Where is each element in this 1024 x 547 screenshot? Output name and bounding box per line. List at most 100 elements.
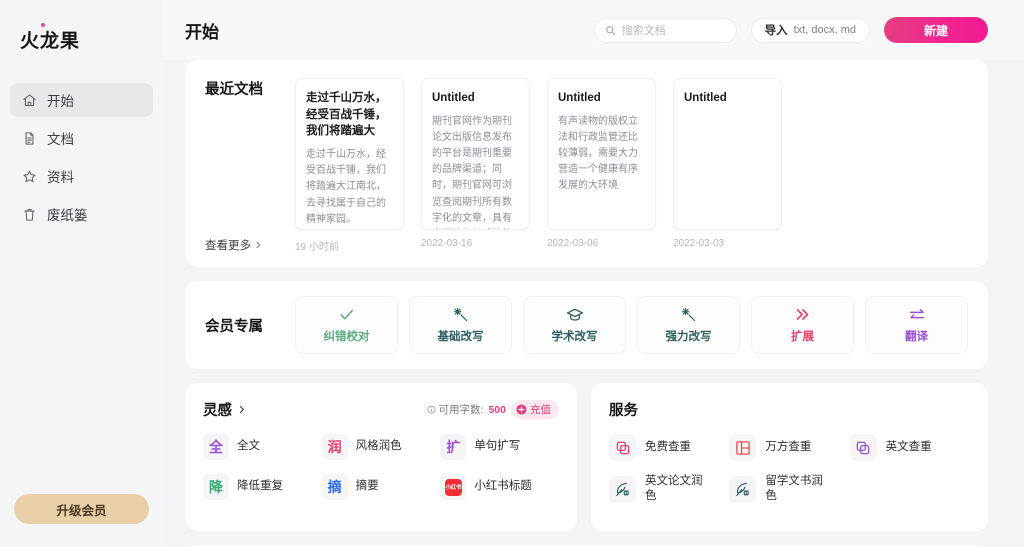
inspiration-item-label: 小红书标题: [474, 480, 532, 493]
xiaohongshu-chip-label: 小红书: [444, 478, 462, 496]
sidebar-item-materials[interactable]: 资料: [10, 159, 153, 193]
member-tool-list: 纠错校对 基础改写 学术改写 强力改写 扩展 翻译: [295, 296, 968, 354]
document-title: Untitled: [558, 92, 601, 104]
logo-text: 火龙果: [20, 31, 81, 52]
member-tool-basic-rewrite[interactable]: 基础改写: [409, 296, 512, 354]
document-title: 走过千山万水，经受百战千锤，我们将踏遍大: [306, 92, 387, 138]
member-tool-expand[interactable]: 扩展: [751, 296, 854, 354]
copy-layers-icon: [609, 434, 636, 461]
graduation-cap-icon: [566, 307, 584, 323]
sparkle-icon: [680, 307, 697, 323]
recharge-label: 充值: [530, 404, 551, 416]
member-tool-academic-rewrite[interactable]: 学术改写: [523, 296, 626, 354]
glyph-icon: 降: [203, 474, 229, 500]
member-tool-proofread[interactable]: 纠错校对: [295, 296, 398, 354]
document-card[interactable]: Untitled 有声读物的版权立法和行政监管还比较薄弱，需要大力营造一个健康有…: [547, 78, 656, 230]
service-card: 服务 免费查重 万方查重 英文查重 英文论文润色 留学文书润色: [591, 383, 988, 532]
exchange-arrows-icon: [908, 307, 926, 323]
upgrade-container: 升级会员: [0, 494, 163, 524]
sidebar-item-start[interactable]: 开始: [10, 83, 153, 117]
service-item-english-plagiarism-check[interactable]: 英文查重: [849, 434, 970, 461]
quota-value: 500: [488, 403, 506, 416]
inspiration-item-full-text[interactable]: 全 全文: [203, 434, 322, 460]
member-tool-power-rewrite[interactable]: 强力改写: [637, 296, 740, 354]
quota-label: 可用字数:: [438, 404, 484, 416]
quota-group: 可用字数: 500 充值: [427, 400, 559, 419]
main-area: 开始 搜索文档 导入 txt, docx, md 新建 最近文档 查看更多 走过…: [163, 0, 1024, 547]
service-item-english-paper-polish[interactable]: 英文论文润色: [609, 474, 729, 504]
recent-documents-card: 最近文档 查看更多 走过千山万水，经受百战千锤，我们将踏遍大 走过千山万水，经受…: [185, 60, 988, 267]
document-item: Untitled 有声读物的版权立法和行政监管还比较薄弱，需要大力营造一个健康有…: [547, 78, 656, 253]
document-preview: 走过千山万水，经受百战千锤，我们将踏遍大江南北，去寻找属于自己的精神家园。: [306, 149, 386, 225]
sidebar-nav: 开始 文档 资料 废纸篓: [0, 83, 163, 231]
recent-documents-header: 最近文档 查看更多: [205, 78, 295, 253]
service-item-label: 万方查重: [765, 440, 812, 453]
inspiration-title-group[interactable]: 灵感: [203, 399, 246, 420]
member-tool-label: 纠错校对: [323, 330, 370, 343]
upgrade-membership-button[interactable]: 升级会员: [14, 494, 149, 524]
new-document-button[interactable]: 新建: [884, 17, 988, 43]
document-item: Untitled 2022-03-03: [673, 78, 782, 253]
document-card[interactable]: 走过千山万水，经受百战千锤，我们将踏遍大 走过千山万水，经受百战千锤，我们将踏遍…: [295, 78, 404, 230]
inspiration-item-label: 摘要: [355, 480, 379, 493]
member-tool-label: 翻译: [905, 330, 928, 343]
recent-documents-title: 最近文档: [205, 82, 263, 98]
member-exclusive-header: 会员专属: [205, 315, 295, 336]
document-item: 走过千山万水，经受百战千锤，我们将踏遍大 走过千山万水，经受百战千锤，我们将踏遍…: [295, 78, 404, 253]
document-card[interactable]: Untitled 期刊官网作为期刊论文出版信息发布的平台是期刊重要的品牌渠道；同…: [421, 78, 530, 230]
search-placeholder: 搜索文档: [621, 25, 666, 37]
check-icon: [338, 307, 355, 323]
service-title: 服务: [609, 403, 638, 419]
inspiration-item-summary[interactable]: 摘 摘要: [321, 474, 441, 500]
chevron-right-icon: [256, 241, 261, 249]
see-more-link[interactable]: 查看更多: [205, 237, 295, 253]
inspiration-item-style-polish[interactable]: 润 风格润色: [321, 434, 441, 460]
sidebar-item-trash[interactable]: 废纸篓: [10, 197, 153, 231]
inspiration-card: 灵感 可用字数: 500 充值 全 全文 润 风格润色 扩 单句扩写 降 降低重…: [185, 383, 577, 532]
star-icon: [23, 170, 36, 182]
inspiration-item-xiaohongshu-title[interactable]: 小红书 小红书标题: [440, 474, 559, 500]
bottom-row: 灵感 可用字数: 500 充值 全 全文 润 风格润色 扩 单句扩写 降 降低重…: [185, 383, 988, 545]
inspiration-item-label: 风格润色: [355, 440, 402, 453]
member-tool-label: 学术改写: [551, 330, 598, 343]
document-item: Untitled 期刊官网作为期刊论文出版信息发布的平台是期刊重要的品牌渠道；同…: [421, 78, 530, 253]
document-title: Untitled: [684, 92, 727, 104]
service-list: 免费查重 万方查重 英文查重 英文论文润色 留学文书润色: [609, 434, 970, 517]
content-scroll: 最近文档 查看更多 走过千山万水，经受百战千锤，我们将踏遍大 走过千山万水，经受…: [163, 60, 1024, 547]
inspiration-item-label: 单句扩写: [474, 440, 521, 453]
sidebar: 火龙果 开始 文档 资料 废纸篓 升级会员: [0, 0, 163, 547]
inspiration-item-label: 全文: [237, 440, 260, 453]
copy-layers-icon: [849, 434, 877, 461]
service-item-label: 英文论文润色: [645, 475, 703, 503]
member-exclusive-title: 会员专属: [205, 318, 263, 335]
member-tool-label: 扩展: [791, 330, 814, 343]
home-icon: [23, 93, 36, 106]
service-item-wanfang-plagiarism-check[interactable]: 万方查重: [729, 434, 849, 461]
inspiration-item-sentence-expand[interactable]: 扩 单句扩写: [440, 434, 559, 460]
import-button[interactable]: 导入 txt, docx, md: [750, 17, 870, 43]
double-chevron-right-icon: [794, 307, 811, 323]
service-item-label: 英文查重: [885, 440, 932, 453]
glyph-icon: 全: [203, 434, 229, 460]
recharge-button[interactable]: 充值: [511, 400, 559, 419]
glyph-icon: 扩: [440, 434, 467, 460]
app-logo: 火龙果: [0, 20, 80, 53]
inspiration-list: 全 全文 润 风格润色 扩 单句扩写 降 降低重复 摘 摘要 小红书 小红书标题: [203, 434, 559, 514]
plus-circle-icon: [516, 404, 527, 415]
glyph-icon: 摘: [321, 474, 348, 500]
inspiration-item-label: 降低重复: [237, 480, 283, 493]
service-item-free-plagiarism-check[interactable]: 免费查重: [609, 434, 729, 461]
search-input[interactable]: 搜索文档: [593, 17, 737, 43]
member-tool-translate[interactable]: 翻译: [865, 296, 968, 354]
sidebar-item-label: 开始: [47, 94, 74, 109]
document-card[interactable]: Untitled: [673, 78, 782, 230]
document-date: 2022-03-06: [547, 238, 599, 249]
service-item-study-abroad-document-polish[interactable]: 留学文书润色: [729, 474, 849, 504]
sidebar-item-documents[interactable]: 文档: [10, 121, 153, 155]
top-bar-actions: 搜索文档 导入 txt, docx, md 新建: [593, 17, 988, 43]
inspiration-item-reduce-duplication[interactable]: 降 降低重复: [203, 474, 322, 500]
document-date: 19 小时前: [295, 242, 339, 253]
page-title: 开始: [185, 22, 219, 42]
member-exclusive-card: 会员专属 纠错校对 基础改写 学术改写 强力改写 扩展 翻译: [185, 281, 988, 369]
document-date: 2022-03-16: [421, 238, 473, 249]
